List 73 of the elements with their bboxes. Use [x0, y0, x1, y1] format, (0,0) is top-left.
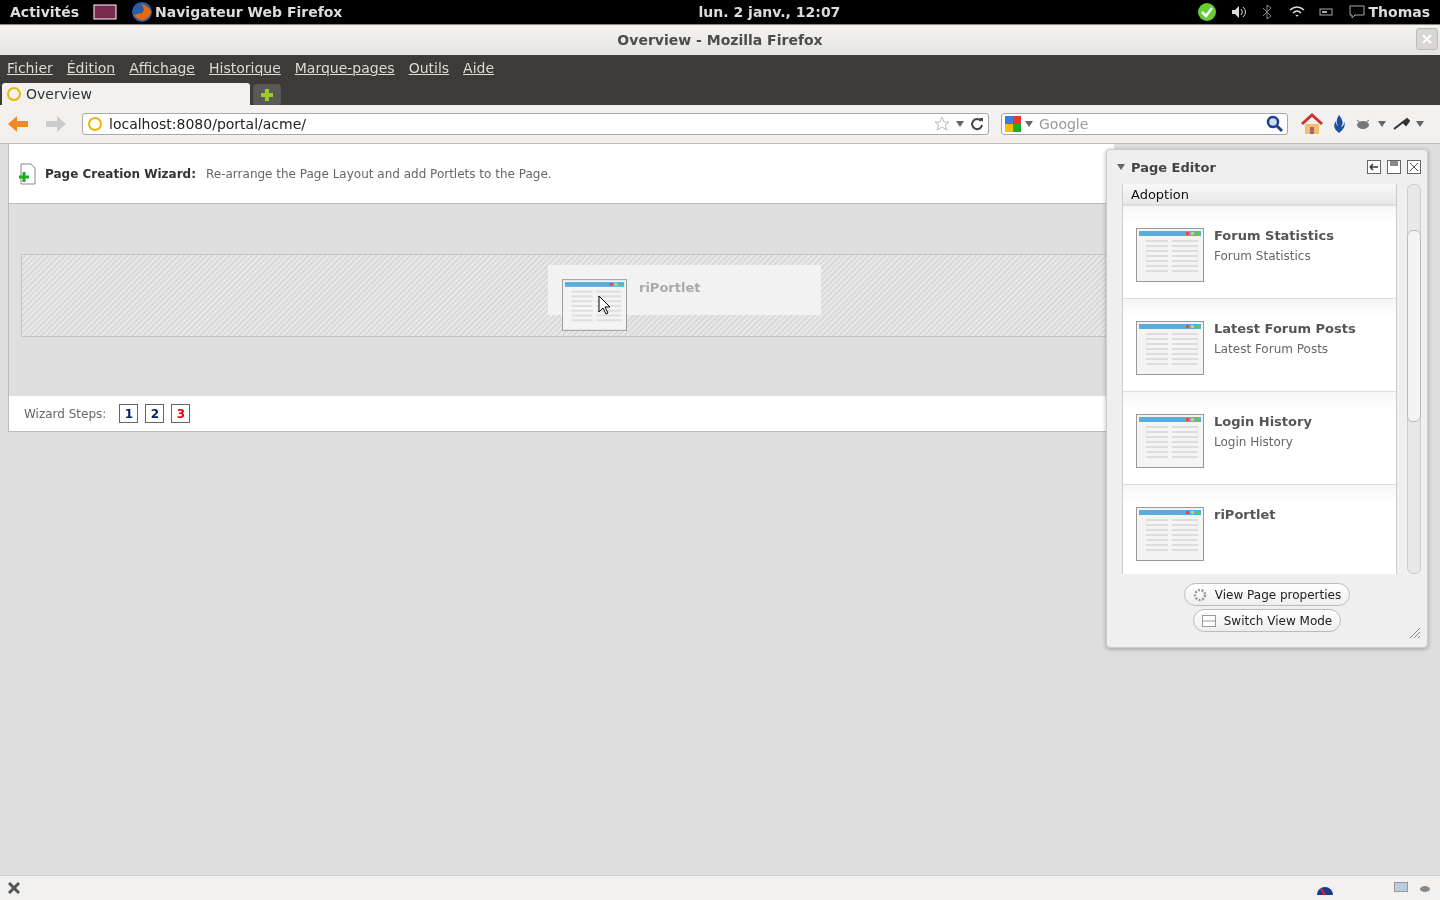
- user-name[interactable]: Thomas: [1368, 4, 1430, 20]
- save-icon[interactable]: [1387, 160, 1401, 174]
- portlet-name: Login History: [1214, 414, 1312, 429]
- search-engine-icon: [1005, 116, 1021, 132]
- wizard-title: Page Creation Wizard:: [45, 166, 196, 181]
- portlet-name: Latest Forum Posts: [1214, 321, 1356, 336]
- battery-icon[interactable]: [1318, 7, 1335, 17]
- portlet-description: Login History: [1214, 435, 1294, 449]
- wifi-icon[interactable]: [1288, 5, 1305, 19]
- reload-icon[interactable]: [970, 117, 984, 131]
- panel-title: Page Editor: [1131, 159, 1217, 175]
- volume-icon[interactable]: [1230, 5, 1247, 19]
- portlet-item[interactable]: Forum Statistics Forum Statistics: [1123, 206, 1397, 299]
- scrollbar[interactable]: [1407, 184, 1421, 574]
- plus-icon: [260, 87, 274, 102]
- portlet-label: riPortlet: [639, 280, 701, 295]
- portlet-name: Forum Statistics: [1214, 228, 1334, 243]
- page-add-icon: [17, 162, 37, 185]
- menu-item[interactable]: Fichier: [7, 60, 53, 76]
- steps-label: Wizard Steps:: [24, 406, 107, 421]
- window-icon: [1201, 614, 1216, 627]
- menu-item[interactable]: Édition: [66, 60, 116, 76]
- panel-button[interactable]: Switch View Mode: [1192, 609, 1342, 632]
- menu-item[interactable]: Aide: [463, 60, 495, 76]
- mouse-cursor-icon: [598, 295, 612, 315]
- dropdown-icon: [1025, 121, 1033, 127]
- portlet-description: Forum Statistics: [1214, 249, 1312, 263]
- collapse-icon[interactable]: [1117, 164, 1125, 170]
- portlet-description: Latest Forum Posts: [1214, 342, 1330, 356]
- menu-item[interactable]: Outils: [408, 60, 450, 76]
- wizard-step[interactable]: 1: [119, 404, 139, 423]
- search-bar[interactable]: Google: [1001, 113, 1288, 135]
- wizard-step[interactable]: 2: [145, 404, 165, 423]
- dock-icon[interactable]: [1367, 160, 1381, 174]
- dropdown-icon[interactable]: [956, 121, 964, 127]
- check-icon[interactable]: [1196, 2, 1217, 22]
- portlet-item[interactable]: Latest Forum Posts Latest Forum Posts: [1123, 299, 1397, 392]
- stop-icon[interactable]: [8, 882, 20, 894]
- image-viewer-icon[interactable]: [93, 4, 118, 20]
- new-tab-button[interactable]: [253, 84, 281, 105]
- home-button[interactable]: [1300, 113, 1324, 135]
- browser-tab[interactable]: Overview: [2, 83, 250, 105]
- activities-button[interactable]: Activités: [10, 4, 80, 20]
- back-arrow-icon: [6, 114, 30, 134]
- portlet-thumbnail-icon: [1136, 228, 1204, 282]
- dropdown-icon[interactable]: [1416, 121, 1424, 127]
- category-header[interactable]: Adoption: [1123, 184, 1397, 206]
- loading-icon: [87, 116, 103, 132]
- portlet-item[interactable]: Login History Login History: [1123, 392, 1397, 485]
- star-icon[interactable]: [934, 116, 950, 132]
- dropdown-icon[interactable]: [1378, 121, 1386, 127]
- search-icon[interactable]: [1266, 115, 1284, 133]
- menu-item[interactable]: Historique: [209, 60, 281, 76]
- close-icon: [1422, 34, 1432, 44]
- chat-icon[interactable]: [1348, 5, 1365, 19]
- window-title: Overview - Mozilla Firefox: [617, 32, 823, 48]
- wizard-description: Re-arrange the Page Layout and add Portlets to the Page.: [206, 166, 552, 181]
- clock[interactable]: lun. 2 janv., 12:07: [698, 4, 841, 20]
- portlet-name: riPortlet: [1214, 507, 1276, 522]
- address-bar[interactable]: localhost:8080/portal/acme/: [82, 113, 989, 135]
- loading-icon: [6, 86, 22, 102]
- panel-button[interactable]: View Page properties: [1183, 583, 1351, 606]
- portlet-thumbnail-icon: [1136, 321, 1204, 375]
- app-name: Navigateur Web Firefox: [155, 4, 343, 20]
- portlet-thumbnail-icon: [1136, 507, 1204, 561]
- menu-item[interactable]: Affichage: [129, 60, 195, 76]
- close-icon[interactable]: [1407, 160, 1421, 174]
- forward-arrow-icon: [44, 114, 68, 134]
- menu-item[interactable]: Marque-pages: [294, 60, 395, 76]
- house-icon: [1300, 113, 1324, 135]
- wizard-step[interactable]: 3: [171, 404, 191, 423]
- resize-grip-icon[interactable]: [1409, 627, 1421, 639]
- portlet-thumbnail-icon: [1136, 414, 1204, 468]
